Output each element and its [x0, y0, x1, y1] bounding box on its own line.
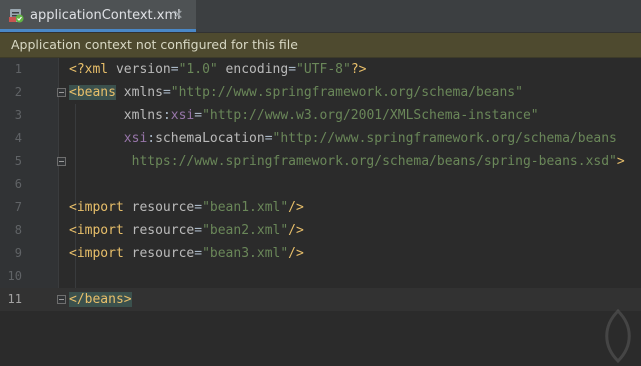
code-line-5[interactable]: 5 https://www.springframework.org/schema…: [0, 150, 641, 173]
code-editor[interactable]: 1 <?xml version="1.0" encoding="UTF-8"?>…: [0, 58, 641, 364]
code-text: <import resource="bean2.xml"/>: [69, 223, 304, 238]
line-number: 1: [14, 62, 22, 76]
code-text: <import resource="bean3.xml"/>: [69, 246, 304, 261]
tab-application-context-xml[interactable]: applicationContext.xml ✕: [0, 0, 196, 32]
code-text: <beans xmlns="http://www.springframework…: [69, 85, 523, 100]
code-text: <import resource="bean1.xml"/>: [69, 200, 304, 215]
line-number: 10: [7, 269, 22, 283]
line-number: 8: [14, 223, 22, 237]
line-number: 7: [14, 200, 22, 214]
line-number: 3: [14, 108, 22, 122]
code-text: xsi:schemaLocation="http://www.springfra…: [123, 131, 617, 146]
line-number: 4: [14, 131, 22, 145]
tab-label: applicationContext.xml: [30, 8, 181, 23]
code-line-6[interactable]: 6: [0, 173, 641, 196]
code-line-2[interactable]: 2 <beans xmlns="http://www.springframewo…: [0, 81, 641, 104]
line-number: 9: [14, 246, 22, 260]
code-text: https://www.springframework.org/schema/b…: [131, 154, 625, 169]
fold-marker-icon[interactable]: [57, 295, 66, 304]
code-line-3[interactable]: 3 xmlns:xsi="http://www.w3.org/2001/XMLS…: [0, 104, 641, 127]
xml-file-icon: [9, 9, 24, 23]
code-line-11[interactable]: 11 </beans>: [0, 288, 641, 311]
fold-marker-icon[interactable]: [57, 88, 66, 97]
code-text: <?xml version="1.0" encoding="UTF-8"?>: [69, 62, 367, 77]
code-text: </beans>: [69, 292, 132, 307]
notification-banner: Application context not configured for t…: [0, 33, 641, 58]
editor-tab-bar: applicationContext.xml ✕: [0, 0, 641, 33]
close-icon[interactable]: ✕: [170, 8, 186, 24]
fold-marker-icon[interactable]: [57, 157, 66, 166]
line-number: 2: [14, 85, 22, 99]
code-line-7[interactable]: 7 <import resource="bean1.xml"/>: [0, 196, 641, 219]
code-line-1[interactable]: 1 <?xml version="1.0" encoding="UTF-8"?>: [0, 58, 641, 81]
watermark-logo-icon: [605, 308, 631, 364]
code-line-9[interactable]: 9 <import resource="bean3.xml"/>: [0, 242, 641, 265]
banner-text: Application context not configured for t…: [11, 37, 298, 52]
code-line-10[interactable]: 10: [0, 265, 641, 288]
code-line-4[interactable]: 4 xsi:schemaLocation="http://www.springf…: [0, 127, 641, 150]
code-text: xmlns:xsi="http://www.w3.org/2001/XMLSch…: [123, 108, 539, 123]
code-line-8[interactable]: 8 <import resource="bean2.xml"/>: [0, 219, 641, 242]
line-number: 6: [14, 177, 22, 191]
line-number: 5: [14, 154, 22, 168]
line-number: 11: [7, 292, 22, 306]
